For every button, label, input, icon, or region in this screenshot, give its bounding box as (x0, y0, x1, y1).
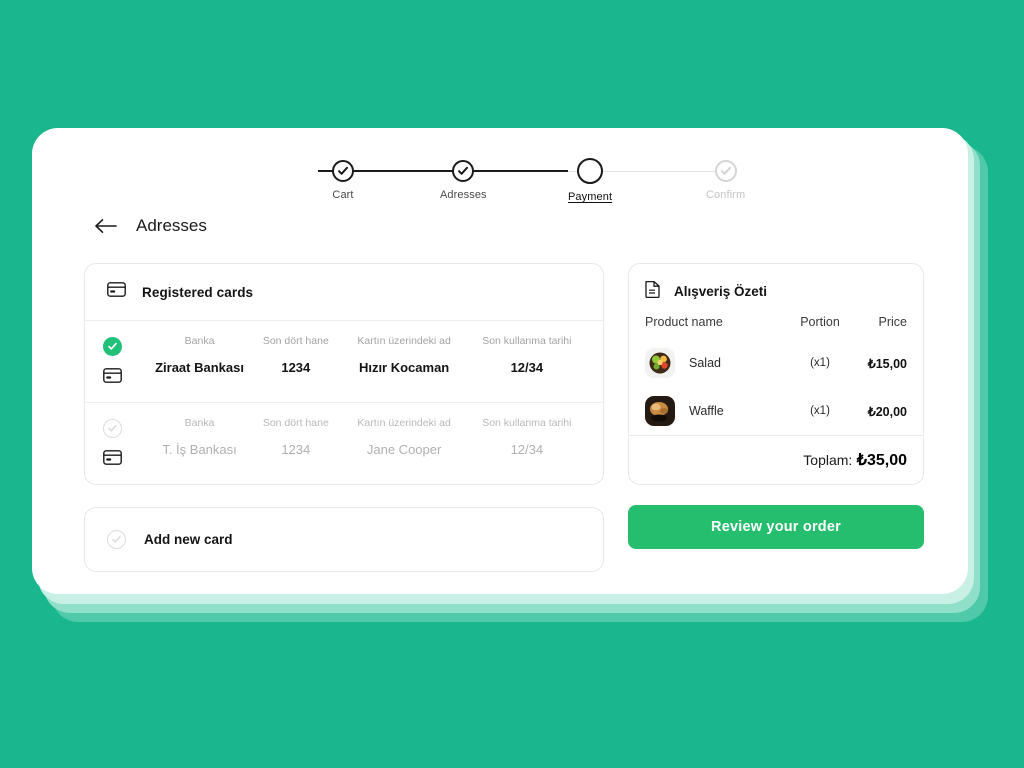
card-field-name: Kartın üzerindeki ad Hızır Kocaman (342, 335, 467, 388)
add-new-card-row[interactable]: Add new card (85, 508, 603, 571)
order-item-name: Waffle (689, 404, 724, 418)
checkout-panel: Cart Adresses Payment Confirm Adresses R… (32, 128, 968, 594)
checkout-stepper: Cart Adresses Payment Confirm (294, 158, 754, 216)
order-item-price: ₺20,00 (867, 404, 907, 419)
column-header-product-name: Product name (645, 315, 723, 329)
stepper-label-cart: Cart (332, 189, 354, 201)
order-item-row: Waffle (x1) ₺20,00 (629, 387, 923, 435)
order-summary-box: Alışveriş Özeti Product name Portion Pri… (628, 263, 924, 485)
order-total-label: Toplam: (803, 452, 853, 468)
salad-photo (645, 348, 675, 378)
order-summary-column: Alışveriş Özeti Product name Portion Pri… (628, 263, 924, 572)
card-field-bank: Banka Ziraat Bankası (149, 335, 250, 388)
column-header-price: Price (878, 315, 907, 329)
card-field-bank-value: T. İş Bankası (162, 442, 237, 457)
check-icon (452, 160, 475, 182)
order-total-row: Toplam: ₺35,00 (629, 435, 923, 484)
order-item-portion: (x1) (810, 405, 830, 417)
order-item-name: Salad (689, 356, 721, 370)
card-field-bank: Banka T. İş Bankası (149, 417, 250, 470)
card-row[interactable]: Banka T. İş Bankası Son dört hane 1234 K… (85, 403, 603, 484)
waffle-photo (645, 396, 675, 426)
card-field-expiry-label: Son kullanma tarihi (482, 417, 572, 429)
order-item-price: ₺15,00 (867, 356, 907, 371)
card-field-expiry-label: Son kullanma tarihi (482, 335, 572, 347)
card-field-lastfour-label: Son dört hane (262, 417, 329, 429)
card-row-icons (103, 335, 149, 388)
empty-circle-icon (577, 158, 604, 184)
order-item-row: Salad (x1) ₺15,00 (629, 339, 923, 387)
review-order-button[interactable]: Review your order (628, 505, 924, 549)
card-field-lastfour: Son dört hane 1234 (250, 335, 341, 388)
card-field-name: Kartın üzerindeki ad Jane Cooper (342, 417, 467, 470)
card-row-fields: Banka T. İş Bankası Son dört hane 1234 K… (149, 417, 587, 470)
screen-root: Cart Adresses Payment Confirm Adresses R… (0, 0, 1024, 768)
card-row-icons (103, 417, 149, 470)
order-summary-header: Alışveriş Özeti (629, 264, 923, 315)
credit-card-icon (107, 282, 126, 302)
arrow-left-icon[interactable] (94, 218, 118, 234)
payment-methods-column: Registered cards Banka Ziraat Bankası So… (84, 263, 604, 572)
card-field-bank-label: Banka (184, 335, 215, 347)
add-new-card-label: Add new card (144, 532, 233, 547)
order-total-value: ₺35,00 (856, 452, 907, 469)
stepper-step-adresses[interactable]: Adresses (440, 160, 487, 201)
stepper-step-payment[interactable]: Payment (568, 158, 613, 203)
order-summary-title: Alışveriş Özeti (674, 284, 768, 299)
card-row[interactable]: Banka Ziraat Bankası Son dört hane 1234 … (85, 321, 603, 403)
column-header-portion: Portion (800, 315, 840, 329)
card-field-lastfour-value: 1234 (281, 442, 311, 457)
credit-card-icon (103, 450, 122, 470)
card-field-name-value: Hızır Kocaman (358, 360, 450, 375)
check-circle-outline-icon[interactable] (107, 530, 126, 549)
card-field-lastfour-value: 1234 (281, 360, 311, 375)
order-item-portion: (x1) (810, 357, 830, 369)
check-icon (714, 160, 737, 182)
card-field-expiry: Son kullanma tarihi 12/34 (467, 417, 587, 470)
card-field-name-label: Kartın üzerindeki ad (357, 335, 451, 347)
order-summary-column-headers: Product name Portion Price (629, 315, 923, 339)
card-field-lastfour-label: Son dört hane (262, 335, 329, 347)
card-row-fields: Banka Ziraat Bankası Son dört hane 1234 … (149, 335, 587, 388)
page-header: Adresses (94, 216, 207, 236)
stepper-step-cart[interactable]: Cart (332, 160, 354, 201)
stepper-label-payment: Payment (568, 191, 613, 203)
credit-card-icon (103, 368, 122, 388)
check-circle-outline-icon[interactable] (103, 419, 122, 438)
page-title: Adresses (136, 216, 207, 235)
card-field-bank-value: Ziraat Bankası (155, 360, 244, 375)
registered-cards-header: Registered cards (85, 264, 603, 321)
stepper-label-adresses: Adresses (440, 189, 487, 201)
check-circle-filled-icon[interactable] (103, 337, 122, 356)
card-field-expiry: Son kullanma tarihi 12/34 (467, 335, 587, 388)
registered-cards-box: Registered cards Banka Ziraat Bankası So… (84, 263, 604, 485)
card-field-name-label: Kartın üzerindeki ad (357, 417, 451, 429)
check-icon (332, 160, 354, 182)
registered-cards-title: Registered cards (142, 284, 254, 300)
card-field-lastfour: Son dört hane 1234 (250, 417, 341, 470)
stepper-step-confirm[interactable]: Confirm (706, 160, 745, 201)
card-field-expiry-value: 12/34 (510, 442, 544, 457)
card-field-name-value: Jane Cooper (366, 442, 442, 457)
card-field-bank-label: Banka (184, 417, 215, 429)
card-field-expiry-value: 12/34 (510, 360, 544, 375)
document-icon (645, 280, 660, 303)
stepper-label-confirm: Confirm (706, 189, 746, 201)
add-new-card-box[interactable]: Add new card (84, 507, 604, 572)
checkout-content: Registered cards Banka Ziraat Bankası So… (84, 263, 924, 572)
